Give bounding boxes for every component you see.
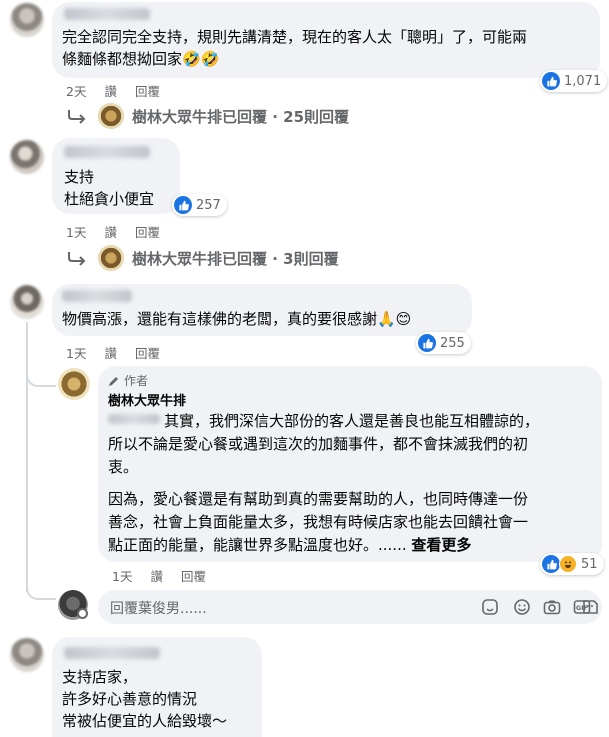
comment-text-line: 支持店家，	[62, 668, 138, 686]
reply-action[interactable]: 回覆	[181, 569, 206, 584]
reply-text-line: 衷。	[108, 458, 139, 476]
brand-avatar	[98, 103, 124, 129]
reply-text-line: 善念，社會上負面能量太多，我想有時候店家也能去回饋社會一	[108, 513, 529, 531]
view-replies-link[interactable]: 樹林大眾牛排已回覆 · 3則回覆	[66, 245, 339, 271]
reaction-count: 51	[581, 556, 598, 572]
comment-text-line: 完全認同完全支持，規則先講清楚，現在的客人太「聰明」了，可能兩	[62, 28, 528, 46]
author-avatar[interactable]	[58, 368, 90, 400]
reaction-count: 257	[196, 197, 221, 213]
reply-input-box[interactable]: 回覆葉俊男...... GIF	[98, 590, 602, 624]
commenter-avatar[interactable]	[10, 3, 44, 37]
like-action[interactable]: 讚	[150, 569, 163, 584]
reply-input-placeholder: 回覆葉俊男......	[110, 601, 207, 617]
like-action[interactable]: 讚	[104, 84, 117, 99]
comment-text-line: 許多好心善意的情況	[62, 690, 198, 708]
commenter-name-blurred[interactable]	[64, 146, 150, 158]
comment-time[interactable]: 2天	[66, 84, 86, 99]
commenter-name-blurred[interactable]	[64, 647, 160, 659]
reply-text-line: 所以不論是愛心餐或遇到這次的加麵事件，都不會抹滅我們的初	[108, 435, 529, 453]
sticker-icon[interactable]	[480, 597, 500, 617]
sticker-face-icon[interactable]	[580, 597, 600, 617]
thread-line	[26, 322, 28, 592]
reply-time[interactable]: 1天	[112, 569, 132, 584]
reaction-count: 1,071	[564, 73, 602, 89]
comment-time[interactable]: 1天	[66, 225, 86, 240]
reaction-count-pill[interactable]: 51	[540, 553, 604, 575]
pencil-icon	[109, 376, 118, 386]
camera-icon[interactable]	[542, 597, 562, 617]
reply-action[interactable]: 回覆	[135, 84, 160, 99]
reply-arrow-icon	[68, 110, 86, 124]
view-replies-link[interactable]: 樹林大眾牛排已回覆 · 25則回覆	[66, 103, 349, 129]
comment-text-line: 支持	[64, 168, 95, 186]
comment-text-line: 條麵條都想拗回家🤣🤣	[62, 50, 220, 68]
comment-time[interactable]: 1天	[66, 346, 86, 361]
like-icon	[174, 196, 192, 214]
replies-summary: 樹林大眾牛排已回覆 · 3則回覆	[132, 249, 339, 268]
reply-text-line: 其實，我們深信大部份的客人還是善良也能互相體諒的，	[108, 410, 539, 432]
reply-action[interactable]: 回覆	[135, 346, 160, 361]
like-icon	[542, 72, 560, 90]
thread-curve	[26, 580, 56, 600]
haha-icon	[559, 555, 577, 573]
comment-meta: 2天 讚 回覆	[66, 81, 174, 100]
reaction-count: 255	[440, 335, 465, 351]
reply-text-line: 點正面的能量，能讓世界多點溫度也好。...... 查看更多	[108, 536, 472, 554]
author-reply-bubble: 作者 樹林大眾牛排 其實，我們深信大部份的客人還是善良也能互相體諒的， 所以不論…	[98, 366, 602, 562]
reaction-count-pill[interactable]: 257	[172, 194, 227, 216]
commenter-avatar[interactable]	[10, 285, 44, 319]
comment-bubble: 支持 杜絕貪小便宜	[52, 138, 180, 214]
comment-text-line: 常被佔便宜的人給毀壞～	[62, 712, 228, 730]
comment-meta: 1天 讚 回覆	[66, 343, 174, 362]
see-more-link[interactable]: 查看更多	[411, 536, 471, 554]
like-icon	[542, 555, 560, 573]
brand-avatar	[98, 245, 124, 271]
commenter-name-blurred[interactable]	[64, 8, 150, 20]
reaction-count-pill[interactable]: 1,071	[540, 70, 608, 92]
commenter-name-blurred[interactable]	[62, 290, 132, 302]
reply-action[interactable]: 回覆	[135, 225, 160, 240]
comment-text-line: 杜絕貪小便宜	[64, 190, 155, 208]
author-name[interactable]: 樹林大眾牛排	[108, 390, 186, 409]
comment-text-line: 物價高漲，還能有這樣佛的老闆，真的要很感謝🙏😊	[62, 310, 412, 328]
author-tag: 作者	[108, 372, 148, 389]
replies-summary: 樹林大眾牛排已回覆 · 25則回覆	[132, 107, 350, 126]
commenter-avatar[interactable]	[10, 140, 44, 174]
reply-meta: 1天 讚 回覆	[112, 566, 220, 585]
comment-bubble: 物價高漲，還能有這樣佛的老闆，真的要很感謝🙏😊	[52, 284, 472, 336]
online-indicator	[77, 608, 88, 619]
reply-text-line: 因為，愛心餐還是有幫助到真的需要幫助的人，也同時傳達一份	[108, 490, 529, 508]
commenter-avatar[interactable]	[10, 638, 44, 672]
reaction-count-pill[interactable]: 255	[416, 332, 471, 354]
comment-bubble: 完全認同完全支持，規則先講清楚，現在的客人太「聰明」了，可能兩 條麵條都想拗回家…	[52, 2, 600, 78]
reply-arrow-icon	[68, 252, 86, 266]
mention-blurred[interactable]	[108, 414, 160, 424]
like-icon	[418, 334, 436, 352]
like-action[interactable]: 讚	[104, 225, 117, 240]
comment-bubble: 支持店家， 許多好心善意的情況 常被佔便宜的人給毀壞～	[52, 637, 262, 737]
comment-meta: 1天 讚 回覆	[66, 222, 174, 241]
thread-curve	[26, 365, 56, 387]
emoji-icon[interactable]	[512, 597, 532, 617]
like-action[interactable]: 讚	[104, 346, 117, 361]
